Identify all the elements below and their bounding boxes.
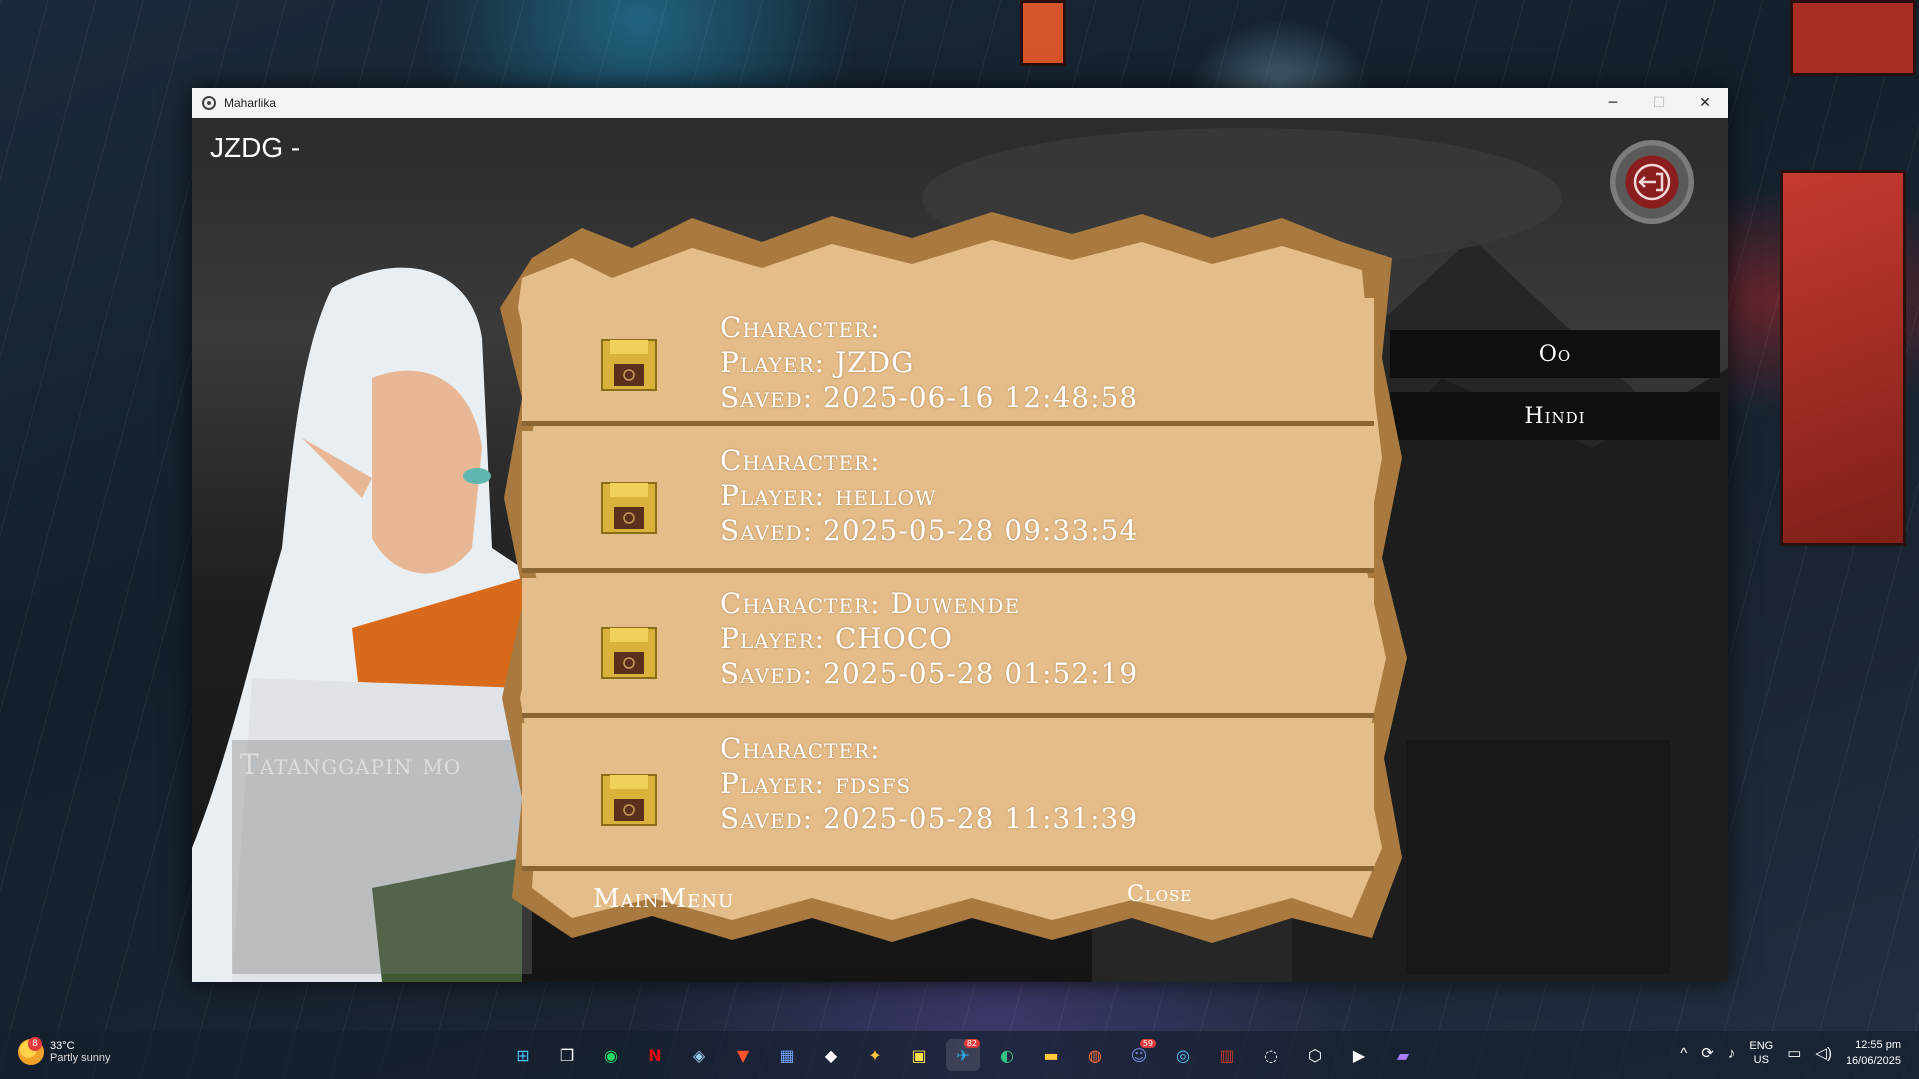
exit-door-icon [1633,163,1671,201]
window-controls: ─ ☐ ✕ [1590,88,1728,118]
clipchamp-icon[interactable]: ▰ [1386,1039,1420,1071]
slot-player: Player: fdsfs [720,767,912,800]
epic-icon[interactable]: ◆ [814,1039,848,1071]
network-icon[interactable]: ▭ [1787,1044,1801,1062]
save-slot-details: Character: Player: JZDG Saved: 2025-06-1… [720,310,1138,415]
weather-temperature: 33°C [50,1040,75,1052]
slot-saved: Saved: 2025-06-16 12:48:58 [720,381,1139,414]
background-panel [1790,0,1916,76]
weather-widget[interactable]: 8 33°C Partly sunny [18,1037,111,1065]
player-heading: JZDG - [210,132,301,163]
clock[interactable]: 12:55 pm 16/06/2025 [1846,1037,1901,1069]
dialog-box-right [1406,740,1670,974]
brave-icon[interactable]: ▼ [726,1039,760,1071]
save-slot-details: Character: Player: fdsfs Saved: 2025-05-… [720,731,1138,836]
language-code: ENG [1749,1040,1774,1052]
choice-oo[interactable]: Oo [1390,330,1720,378]
unity-icon[interactable]: ⬡ [1298,1039,1332,1071]
exit-button[interactable] [1610,140,1694,224]
media-player-icon[interactable]: ▶ [1342,1039,1376,1071]
slot-character: Character: [720,444,881,477]
title-bar[interactable]: Maharlika ─ ☐ ✕ [192,88,1728,118]
main-menu-button[interactable]: MainMenu [593,884,734,914]
save-slot-2[interactable]: Character: Player: hellow Saved: 2025-05… [522,431,1374,573]
save-slot-3[interactable]: Character: Duwende Player: CHOCO Saved: … [522,578,1374,718]
save-file-icon [601,482,657,534]
slot-player: Player: CHOCO [720,622,954,655]
taskbar: 8 33°C Partly sunny ⊞ ❐ ◉ N ◈ ▼ ▦ ◆ ✦ ▣ … [0,1031,1919,1079]
telegram-glyph: ✈ [956,1045,970,1065]
language-indicator[interactable]: ENG US [1749,1039,1773,1067]
save-slot-details: Character: Player: hellow Saved: 2025-05… [720,443,1138,548]
slot-saved: Saved: 2025-05-28 11:31:39 [720,802,1139,835]
close-window-button[interactable]: ✕ [1682,88,1728,118]
choice-hindi[interactable]: Hindi [1390,392,1720,440]
system-tray: ^ ⟳ ♪ ENG US ▭ ◁) 12:55 pm 16/06/2025 [1680,1037,1901,1069]
microphone-icon[interactable]: ♪ [1728,1045,1736,1062]
clock-date: 16/06/2025 [1845,1055,1901,1067]
taskbar-apps: ⊞ ❐ ◉ N ◈ ▼ ▦ ◆ ✦ ▣ ✈ 82 ◐ ▬ ◍ ☺ 59 ◎ ▥ … [506,1039,1420,1071]
obs-icon[interactable]: ◌ [1254,1039,1288,1071]
save-slot-1[interactable]: Character: Player: JZDG Saved: 2025-06-1… [522,298,1374,426]
spotify-icon[interactable]: ◉ [594,1039,628,1071]
save-file-icon [601,627,657,679]
telegram-icon[interactable]: ✈ 82 [946,1039,980,1071]
edge-icon[interactable]: ◐ [990,1039,1024,1071]
weather-text: 33°C Partly sunny [50,1040,111,1064]
window-title: Maharlika [224,96,277,110]
slot-character: Character: [720,732,881,765]
save-slot-panel: Character: Player: JZDG Saved: 2025-06-1… [492,198,1412,958]
maximize-button[interactable]: ☐ [1636,88,1682,118]
game-scene: JZDG - Oo Hindi Tatanggapin mo Character… [192,118,1728,982]
firefox-icon[interactable]: ◍ [1078,1039,1112,1071]
tray-chevron-icon[interactable]: ^ [1680,1045,1687,1062]
weather-badge: 8 [28,1037,42,1051]
steam-icon[interactable]: ◈ [682,1039,716,1071]
slot-player: Player: hellow [720,479,937,512]
file-explorer-icon[interactable]: ▬ [1034,1039,1068,1071]
close-panel-button[interactable]: Close [1127,882,1192,907]
sticky-notes-icon[interactable]: ▣ [902,1039,936,1071]
region-code: US [1753,1054,1769,1066]
slot-character: Character: [720,311,881,344]
app-icon [202,96,216,110]
sync-icon[interactable]: ⟳ [1701,1044,1714,1062]
discord-icon[interactable]: ☺ 59 [1122,1039,1156,1071]
discord-glyph: ☺ [1130,1045,1148,1065]
slot-player: Player: JZDG [720,346,915,379]
browser-icon[interactable]: ◎ [1166,1039,1200,1071]
minimize-button[interactable]: ─ [1590,88,1636,118]
winrar-icon[interactable]: ▥ [1210,1039,1244,1071]
telegram-badge: 82 [963,1039,980,1048]
start-icon[interactable]: ⊞ [506,1039,540,1071]
save-slot-4[interactable]: Character: Player: fdsfs Saved: 2025-05-… [522,723,1374,871]
netflix-icon[interactable]: N [638,1039,672,1071]
background-panel [1020,0,1066,66]
slot-character: Character: Duwende [720,587,1021,620]
game-window: Maharlika ─ ☐ ✕ JZDG - Oo Hindi Tatangga… [192,88,1728,982]
slot-saved: Saved: 2025-05-28 09:33:54 [720,514,1139,547]
partly-sunny-icon: 8 [18,1037,44,1065]
volume-icon[interactable]: ◁) [1815,1044,1832,1062]
app-icon-2[interactable]: ✦ [858,1039,892,1071]
discord-badge: 59 [1139,1039,1156,1048]
app-icon-1[interactable]: ▦ [770,1039,804,1071]
slot-saved: Saved: 2025-05-28 01:52:19 [720,657,1139,690]
clock-time: 12:55 pm [1855,1039,1901,1051]
save-file-icon [601,339,657,391]
weather-condition: Partly sunny [50,1052,111,1064]
save-file-icon [601,774,657,826]
task-view-icon[interactable]: ❐ [550,1039,584,1071]
save-slot-details: Character: Duwende Player: CHOCO Saved: … [720,586,1138,691]
background-panel [1780,170,1906,546]
